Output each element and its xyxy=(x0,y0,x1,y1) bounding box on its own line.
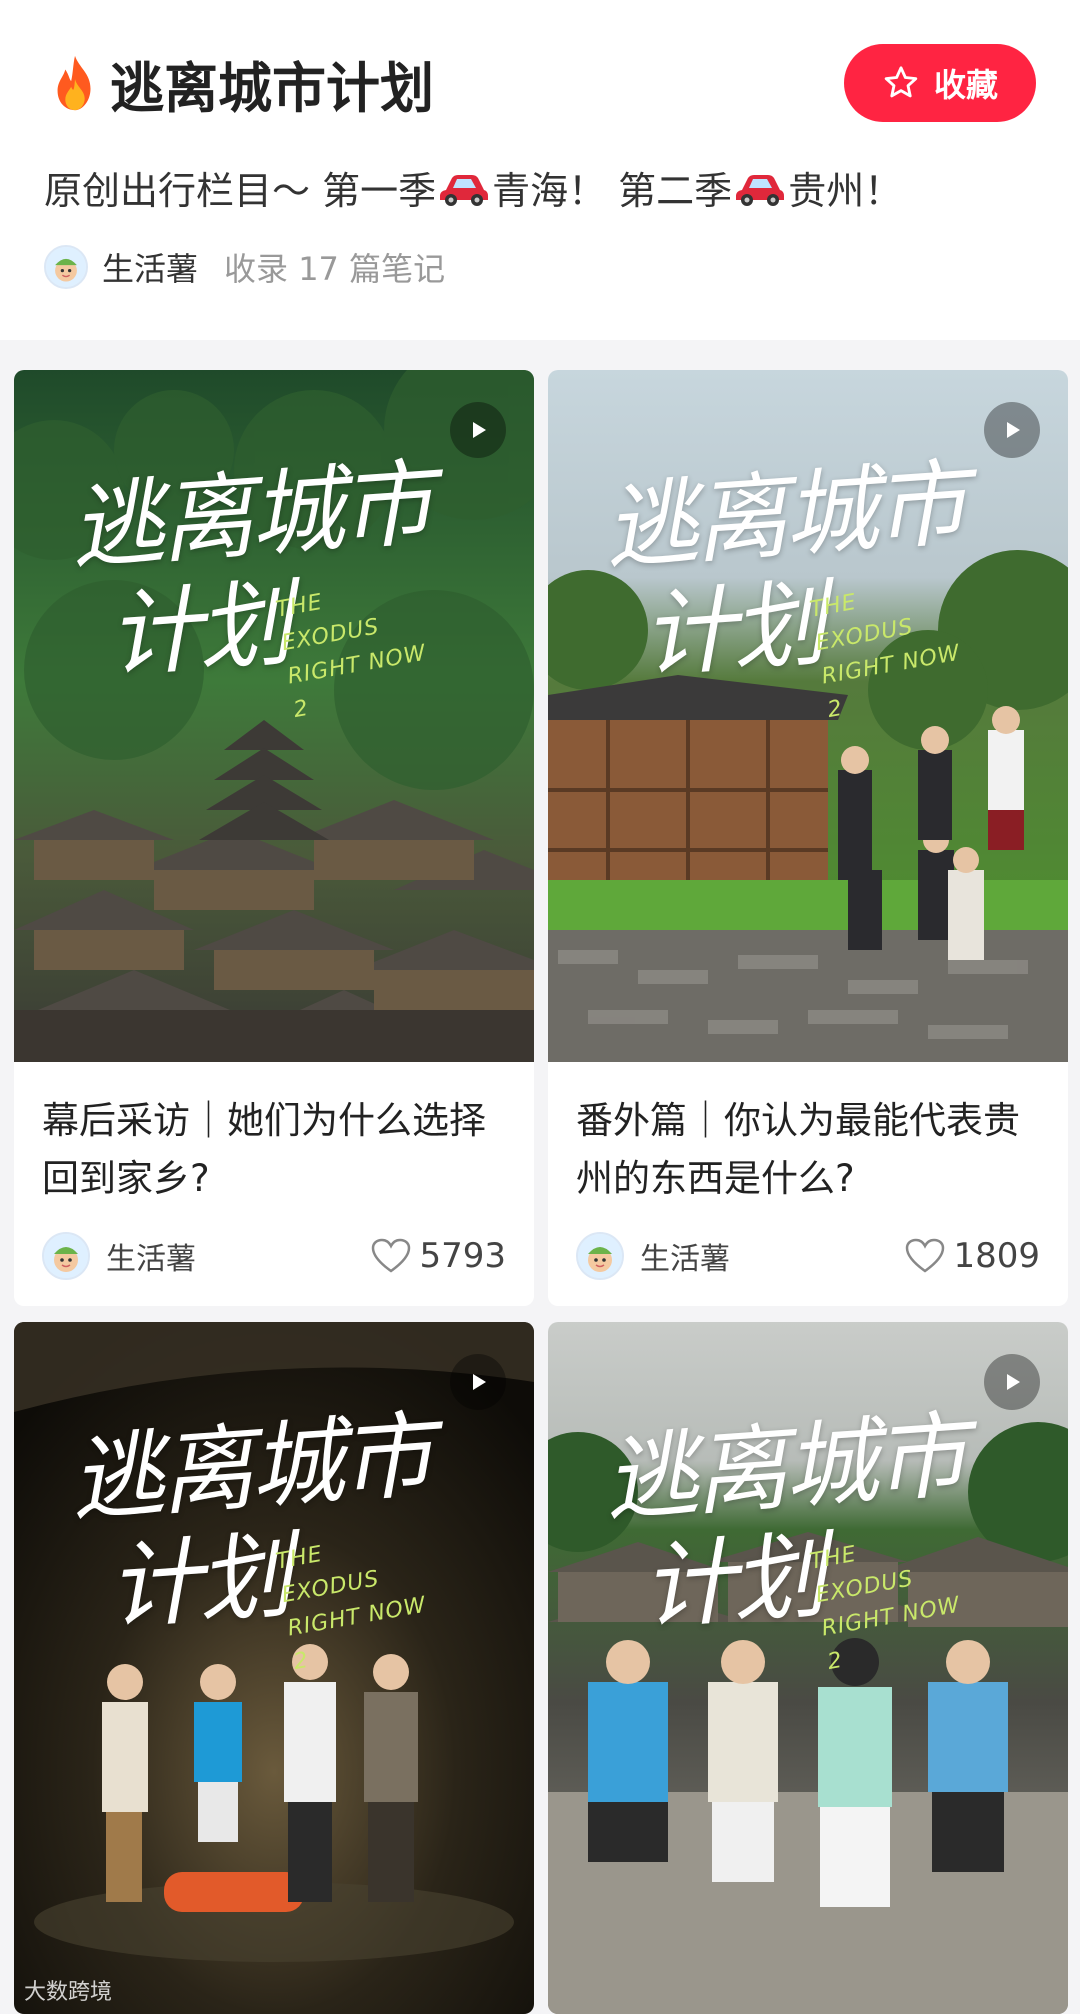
like-button[interactable]: 1809 xyxy=(905,1236,1040,1276)
title-row: 逃离城市计划 收藏 xyxy=(44,44,1036,122)
note-cover[interactable]: 逃离城市 计划 THE EXODUS RIGHT NOW 2 xyxy=(548,370,1068,1062)
cover-logo-subtitle: THE EXODUS RIGHT NOW 2 xyxy=(808,589,963,724)
note-cover[interactable]: 逃离城市 计划 THE EXODUS RIGHT NOW 2 xyxy=(14,370,534,1062)
collection-header: 逃离城市计划 收藏 原创出行栏目～ 第一季 青海！ 第二季 贵州！ 生活薯 收录… xyxy=(0,0,1080,340)
note-title[interactable]: 番外篇｜你认为最能代表贵州的东西是什么? xyxy=(576,1092,1040,1208)
author-name[interactable]: 生活薯 xyxy=(102,244,198,290)
note-card[interactable]: 逃离城市 计划 THE EXODUS RIGHT NOW 2 幕后采访｜她们为什… xyxy=(14,370,534,1306)
avatar[interactable] xyxy=(44,245,88,289)
note-footer: 生活薯 5793 xyxy=(42,1232,506,1280)
star-icon xyxy=(884,66,918,98)
note-author[interactable]: 生活薯 xyxy=(640,1234,730,1278)
note-body: 幕后采访｜她们为什么选择回到家乡? 生活薯 5793 xyxy=(14,1062,534,1306)
play-icon[interactable] xyxy=(984,402,1040,458)
like-count: 1809 xyxy=(953,1236,1040,1276)
collect-button[interactable]: 收藏 xyxy=(844,44,1036,122)
avatar[interactable] xyxy=(42,1232,90,1280)
note-card[interactable]: 逃离城市 计划 THE EXODUS RIGHT NOW 2 xyxy=(548,1322,1068,2014)
collection-title: 逃离城市计划 xyxy=(44,44,434,123)
car-icon xyxy=(440,174,489,206)
like-button[interactable]: 5793 xyxy=(371,1236,506,1276)
play-icon[interactable] xyxy=(450,1354,506,1410)
note-card[interactable]: 逃离城市 计划 THE EXODUS RIGHT NOW 2 番外篇｜你认为最能… xyxy=(548,370,1068,1306)
note-cover[interactable]: 逃离城市 计划 THE EXODUS RIGHT NOW 2 xyxy=(548,1322,1068,2014)
flame-icon xyxy=(57,55,91,111)
play-icon[interactable] xyxy=(984,1354,1040,1410)
collect-button-label: 收藏 xyxy=(933,66,998,104)
note-count: 收录 17 篇笔记 xyxy=(224,250,446,288)
avatar[interactable] xyxy=(576,1232,624,1280)
car-icon xyxy=(736,174,785,206)
like-count: 5793 xyxy=(419,1236,506,1276)
note-author[interactable]: 生活薯 xyxy=(106,1234,196,1278)
description-text-2: 青海！ 第二季 xyxy=(492,169,733,213)
heart-icon xyxy=(906,1238,945,1273)
cover-logo-subtitle: THE EXODUS RIGHT NOW 2 xyxy=(274,589,429,724)
note-body: 番外篇｜你认为最能代表贵州的东西是什么? 生活薯 1809 xyxy=(548,1062,1068,1306)
cover-logo-subtitle: THE EXODUS RIGHT NOW 2 xyxy=(274,1541,429,1676)
play-icon[interactable] xyxy=(450,402,506,458)
collection-description: 原创出行栏目～ 第一季 青海！ 第二季 贵州！ xyxy=(44,160,902,215)
cover-logo-subtitle: THE EXODUS RIGHT NOW 2 xyxy=(808,1541,963,1676)
description-text-3: 贵州！ xyxy=(788,169,903,213)
description-text-1: 原创出行栏目～ 第一季 xyxy=(44,169,437,213)
heart-icon xyxy=(372,1238,411,1273)
collection-title-text: 逃离城市计划 xyxy=(110,56,434,120)
note-footer: 生活薯 1809 xyxy=(576,1232,1040,1280)
collection-meta: 生活薯 收录 17 篇笔记 xyxy=(44,244,445,290)
note-cover[interactable]: 逃离城市 计划 THE EXODUS RIGHT NOW 2 大数跨境 xyxy=(14,1322,534,2014)
note-title[interactable]: 幕后采访｜她们为什么选择回到家乡? xyxy=(42,1092,506,1208)
note-card[interactable]: 逃离城市 计划 THE EXODUS RIGHT NOW 2 大数跨境 xyxy=(14,1322,534,2014)
watermark: 大数跨境 xyxy=(24,1980,113,2005)
